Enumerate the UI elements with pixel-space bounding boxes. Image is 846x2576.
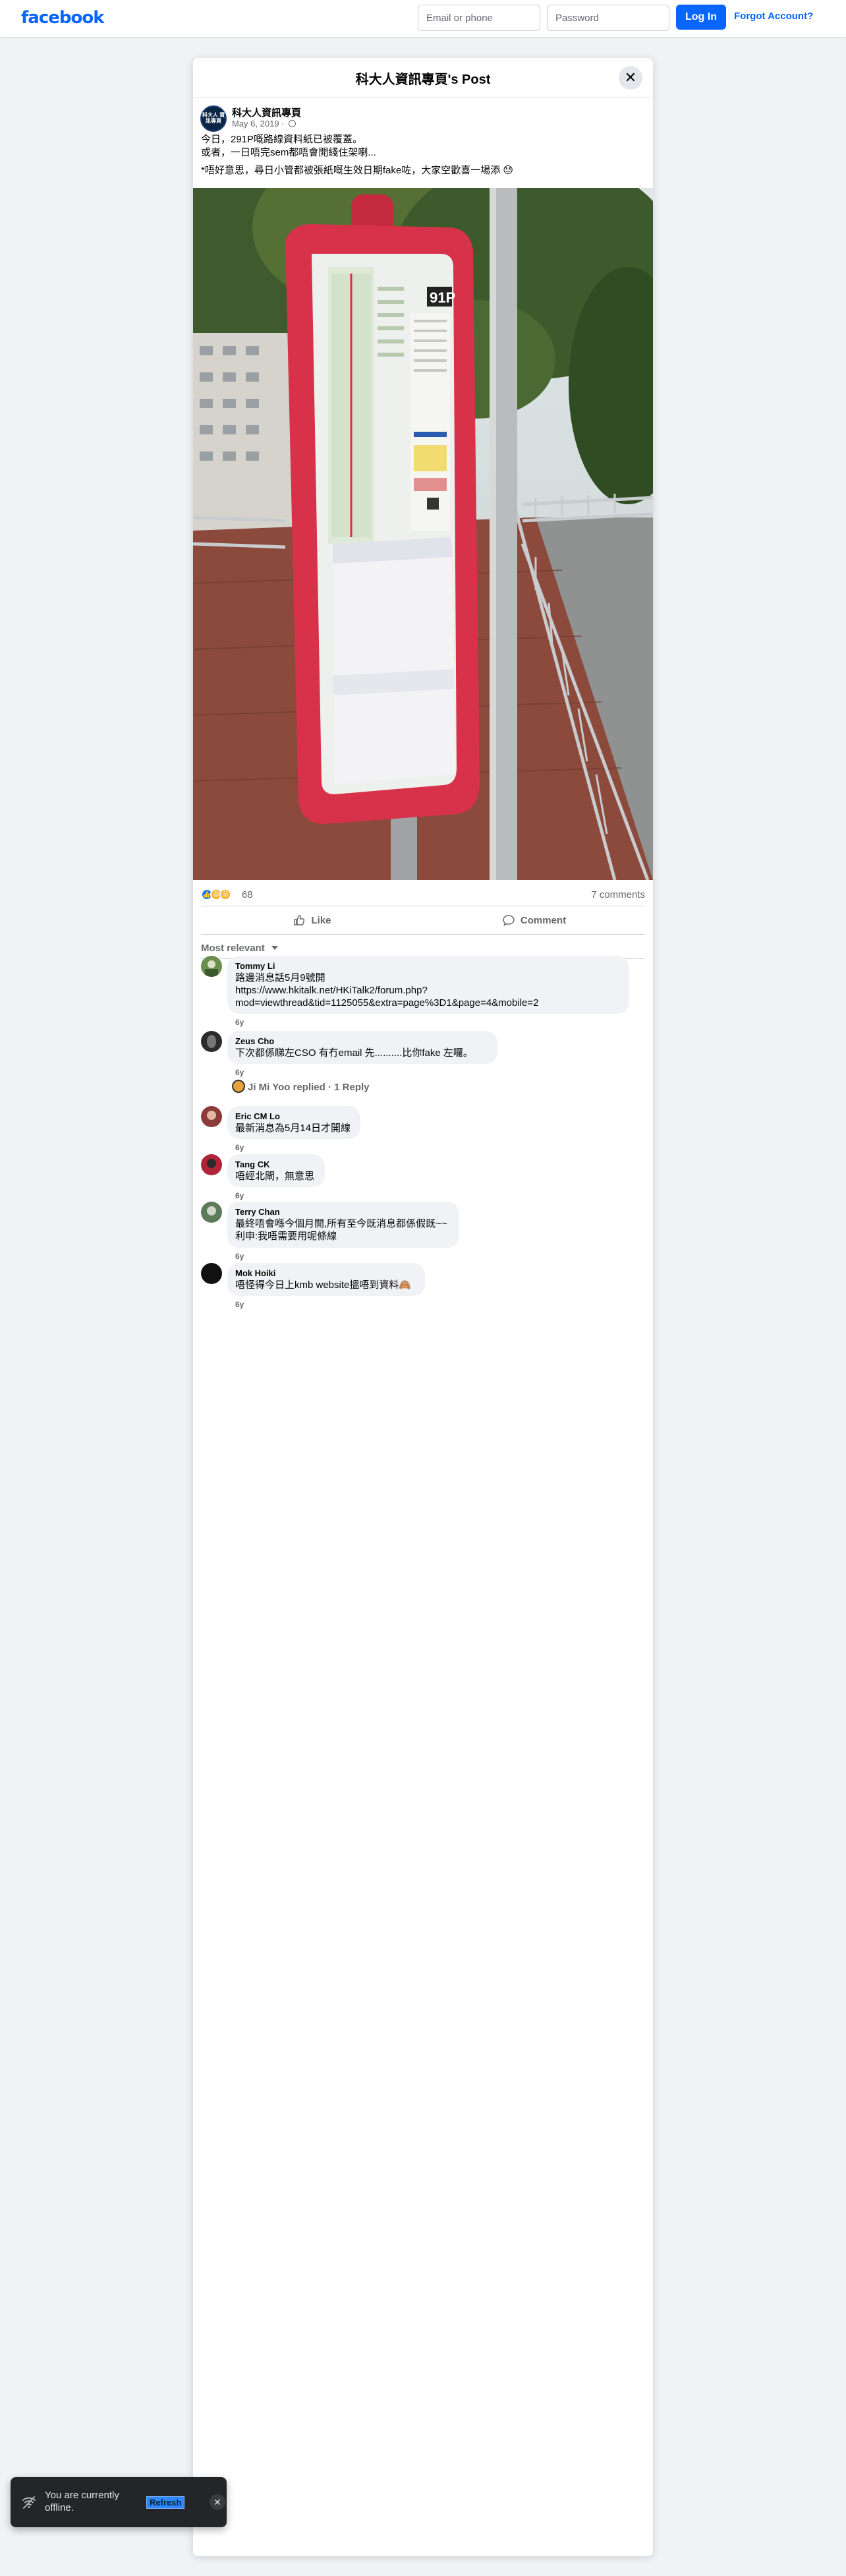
post-text: 今日，291P嘅路線資料紙已被覆蓋。 或者，一日唔完sem都唔會開綫住架喇...…	[193, 131, 653, 177]
comment-bubble: Zeus Cho 下次都係睇左CSO 有冇email 先..........比你…	[227, 1031, 497, 1064]
comment-bubble: Eric CM Lo 最新消息為5月14日才開線	[227, 1106, 360, 1139]
wow-reaction-icon: 😮	[219, 889, 231, 900]
comment-age[interactable]: 6y	[235, 1143, 244, 1152]
avatar-image	[207, 1111, 216, 1120]
comment-author[interactable]: Terry Chan	[235, 1207, 451, 1217]
modal-title: 科大人資訊專頁's Post	[355, 73, 491, 87]
offline-toast: You are currently offline. Refresh ✕	[11, 2477, 227, 2527]
avatar-image	[205, 960, 218, 977]
comment-author[interactable]: Eric CM Lo	[235, 1111, 352, 1122]
comment-author[interactable]: Zeus Cho	[235, 1036, 490, 1047]
comment-age[interactable]: 6y	[235, 1252, 244, 1261]
refresh-button[interactable]: Refresh	[146, 2496, 185, 2509]
comment-age[interactable]: 6y	[235, 1018, 244, 1027]
email-field[interactable]	[418, 5, 540, 31]
offline-message: You are currently offline.	[45, 2490, 119, 2513]
comment-bubble: Tang CK 唔經北閘，無意思	[227, 1154, 325, 1187]
close-icon: ✕	[624, 69, 637, 86]
comment-bubble: Mok Hoiki 唔怪得今日上kmb website搵唔到資料🙈	[227, 1263, 425, 1296]
route-sign-label: 91P	[430, 289, 455, 306]
post-header: 科大人 資訊專頁 科大人資訊專頁 May 6, 2019 ·	[193, 98, 653, 132]
reply-summary-text: Ji Mi Yoo replied · 1 Reply	[248, 1082, 370, 1093]
caret-down-icon	[271, 946, 278, 950]
comment-button[interactable]: Comment	[423, 906, 645, 934]
comment-link[interactable]: https://www.hkitalk.net/HKiTalk2/forum.p…	[235, 984, 621, 997]
sort-label: Most relevant	[201, 943, 265, 954]
comment-bubble: Terry Chan 最終唔會喺今個月開,所有至今既消息都係假既~~ 利申:我唔…	[227, 1202, 459, 1248]
comment-bubble: Tommy Li 路邊消息話5月9號開 https://www.hkitalk.…	[227, 956, 629, 1014]
globe-icon	[289, 120, 296, 127]
thumbs-up-icon	[294, 915, 305, 925]
comment-age[interactable]: 6y	[235, 1300, 244, 1309]
reactions-summary[interactable]: 👍 😆 😮 68 7 comments	[201, 887, 645, 903]
wifi-off-icon	[22, 2496, 36, 2509]
top-navigation-bar: facebook Log In Forgot Account?	[0, 0, 846, 37]
view-replies-link[interactable]: Ji Mi Yoo replied · 1 Reply	[232, 1080, 370, 1093]
avatar	[232, 1080, 245, 1093]
bus-stop-photo: 91P	[193, 188, 653, 880]
post-date-text: May 6, 2019 ·	[232, 119, 287, 129]
close-icon: ✕	[213, 2496, 221, 2507]
post-text-line: 或者，一日唔完sem都唔會開綫住架喇...	[201, 147, 376, 158]
post-date[interactable]: May 6, 2019 ·	[232, 119, 296, 129]
post-photo[interactable]: 91P	[193, 188, 653, 880]
login-button[interactable]: Log In	[676, 5, 726, 30]
avatar[interactable]	[201, 1263, 222, 1284]
avatar[interactable]	[201, 1106, 222, 1127]
modal-header: 科大人資訊專頁's Post ✕	[193, 58, 653, 98]
reaction-count: 68	[242, 889, 253, 900]
comment-text: 下次都係睇左CSO 有冇email 先..........比你fake 左囉。	[235, 1047, 473, 1059]
like-button[interactable]: Like	[201, 906, 423, 934]
comment-link[interactable]: mod=viewthread&tid=1125055&extra=page%3D…	[235, 997, 621, 1009]
comment-text: 路邊消息話5月9號開	[235, 972, 325, 983]
comment-author[interactable]: Mok Hoiki	[235, 1268, 417, 1279]
toast-close-button[interactable]: ✕	[210, 2494, 225, 2510]
comment-author[interactable]: Tang CK	[235, 1159, 317, 1170]
action-bar: Like Comment	[201, 906, 645, 935]
avatar[interactable]	[201, 1154, 222, 1175]
avatar-image	[207, 1159, 216, 1168]
comment-text: 唔經北閘，無意思	[235, 1171, 315, 1182]
page-name[interactable]: 科大人資訊專頁	[232, 105, 301, 119]
comment-text: 最新消息為5月14日才開線	[235, 1123, 351, 1134]
facebook-logo[interactable]: facebook	[21, 8, 105, 28]
like-label: Like	[311, 914, 331, 926]
comment-text: 最終唔會喺今個月開,所有至今既消息都係假既~~	[235, 1218, 447, 1229]
post-modal: 科大人資訊專頁's Post ✕ 科大人 資訊專頁 科大人資訊專頁 May 6,…	[193, 58, 653, 2556]
forgot-account-link[interactable]: Forgot Account?	[734, 11, 813, 22]
post-text-line: *唔好意思，尋日小管都被張紙嘅生效日期fake咗，大家空歡喜一場添 😓	[201, 165, 513, 176]
comment-text: 利申:我唔需要用呢條線	[235, 1231, 337, 1242]
avatar-image	[207, 1035, 216, 1048]
comment-text: 唔怪得今日上kmb website搵唔到資料🙈	[235, 1279, 412, 1291]
sort-dropdown[interactable]: Most relevant	[201, 943, 278, 954]
password-field[interactable]	[547, 5, 669, 31]
avatar[interactable]	[201, 1202, 222, 1223]
avatar[interactable]	[201, 956, 222, 977]
close-button[interactable]: ✕	[619, 66, 642, 90]
post-text-line: 今日，291P嘅路線資料紙已被覆蓋。	[201, 134, 363, 145]
avatar-image	[207, 1206, 216, 1215]
page-avatar[interactable]: 科大人 資訊專頁	[200, 105, 227, 132]
comments-count[interactable]: 7 comments	[591, 889, 645, 900]
comment-age[interactable]: 6y	[235, 1191, 244, 1200]
comment-label: Comment	[520, 914, 567, 926]
comment-author[interactable]: Tommy Li	[235, 961, 621, 972]
comment-age[interactable]: 6y	[235, 1068, 244, 1077]
comment-icon	[503, 915, 515, 927]
avatar[interactable]	[201, 1031, 222, 1052]
